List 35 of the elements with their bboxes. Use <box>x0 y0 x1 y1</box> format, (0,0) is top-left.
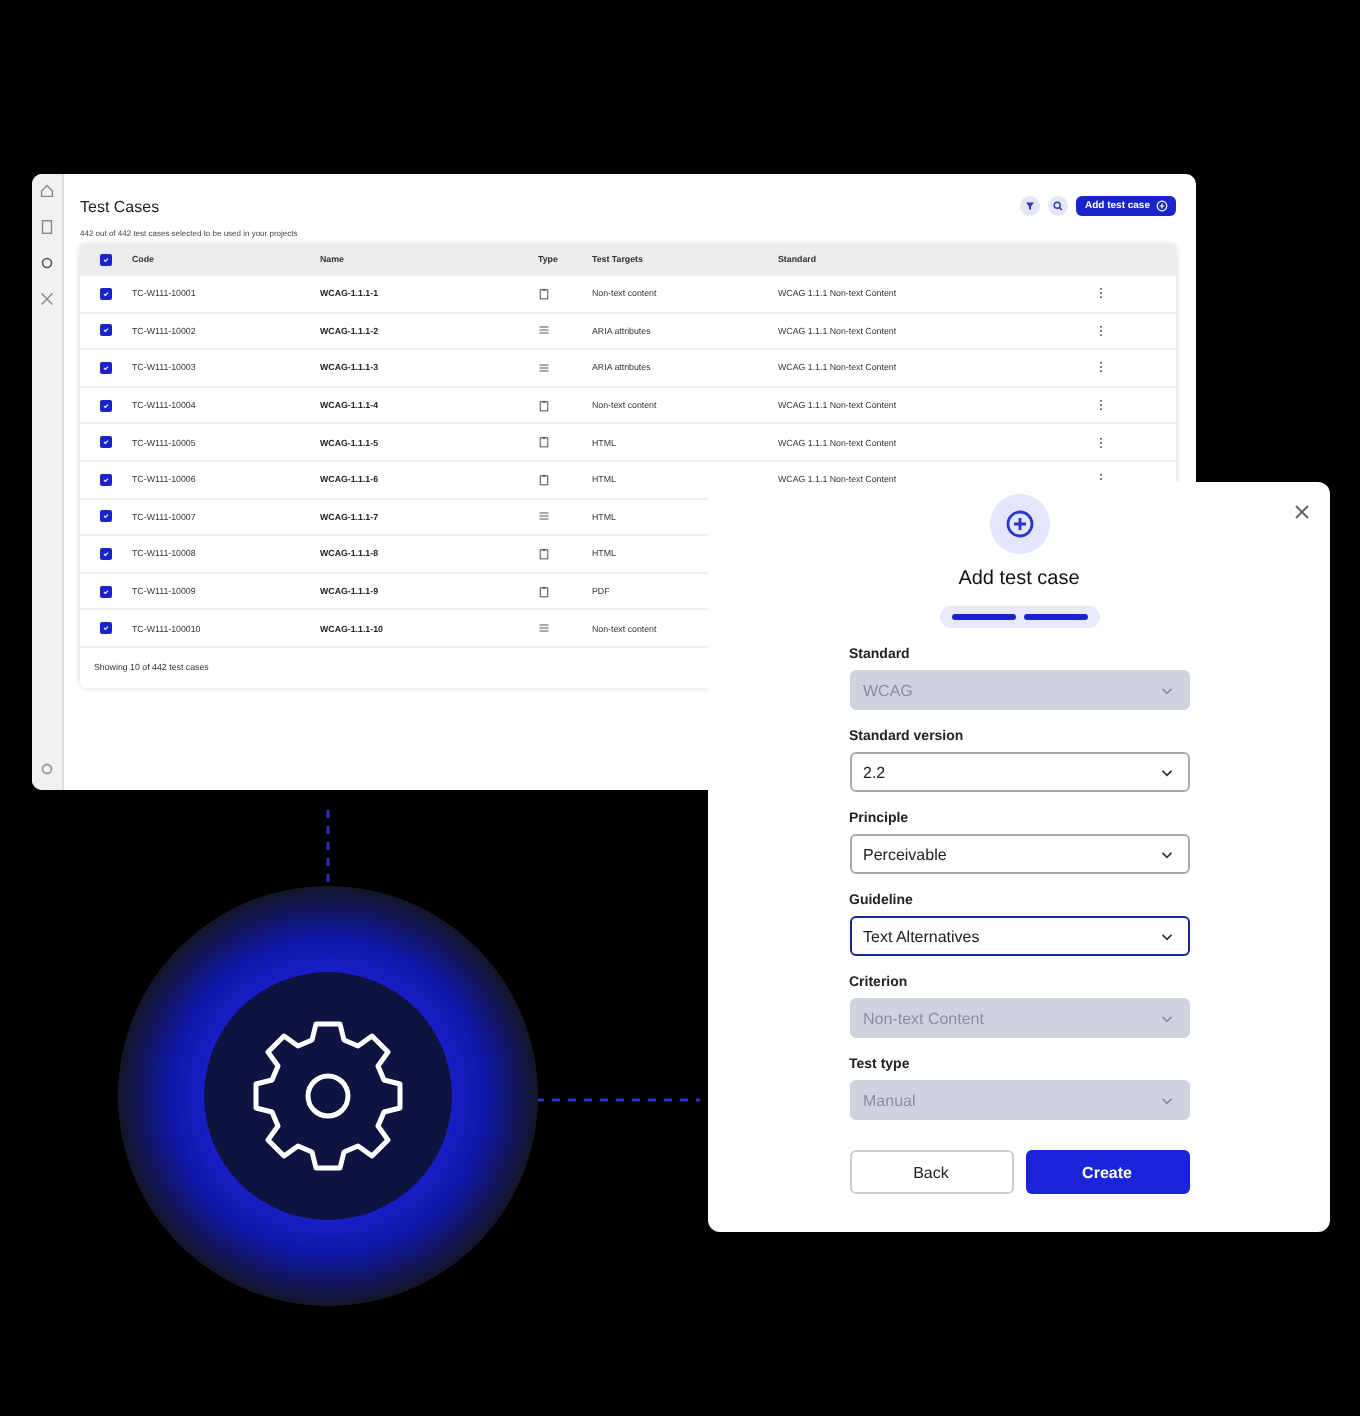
select-field[interactable]: Perceivable <box>849 834 1189 874</box>
page-title: Test Cases <box>80 197 160 215</box>
add-icon <box>989 494 1049 554</box>
row-checkbox[interactable] <box>100 622 112 635</box>
row-checkbox[interactable] <box>100 436 112 449</box>
list-icon <box>538 324 550 337</box>
clipboard-icon <box>538 473 550 486</box>
add-icon <box>1156 200 1168 212</box>
row-checkbox[interactable] <box>100 324 112 337</box>
search-icon[interactable] <box>1048 196 1069 216</box>
clipboard-icon <box>538 399 550 412</box>
row-checkbox[interactable] <box>100 585 112 598</box>
row-checkbox[interactable] <box>100 399 112 412</box>
clipboard-icon <box>538 585 550 598</box>
select-field[interactable]: Text Alternatives <box>849 916 1189 956</box>
row-checkbox[interactable] <box>100 473 112 486</box>
select-all-checkbox[interactable] <box>100 253 112 265</box>
row-checkbox[interactable] <box>100 547 112 560</box>
clipboard-icon <box>538 436 550 449</box>
list-icon <box>538 622 550 635</box>
row-checkbox[interactable] <box>100 361 112 374</box>
filter-icon[interactable] <box>1020 196 1041 216</box>
clipboard-icon <box>538 547 550 560</box>
back-button[interactable]: Back <box>849 1150 1013 1194</box>
home-icon[interactable] <box>38 182 56 200</box>
close-icon[interactable] <box>1292 502 1312 522</box>
row-checkbox[interactable] <box>100 287 112 300</box>
select-field[interactable]: 2.2 <box>849 752 1189 792</box>
list-icon <box>538 510 550 523</box>
row-checkbox[interactable] <box>100 510 112 523</box>
dialog-title: Add test case <box>958 568 1080 590</box>
clipboard-icon <box>538 287 550 300</box>
list-icon <box>538 361 550 374</box>
create-button[interactable]: Create <box>1025 1150 1189 1194</box>
document-icon[interactable] <box>38 218 56 236</box>
